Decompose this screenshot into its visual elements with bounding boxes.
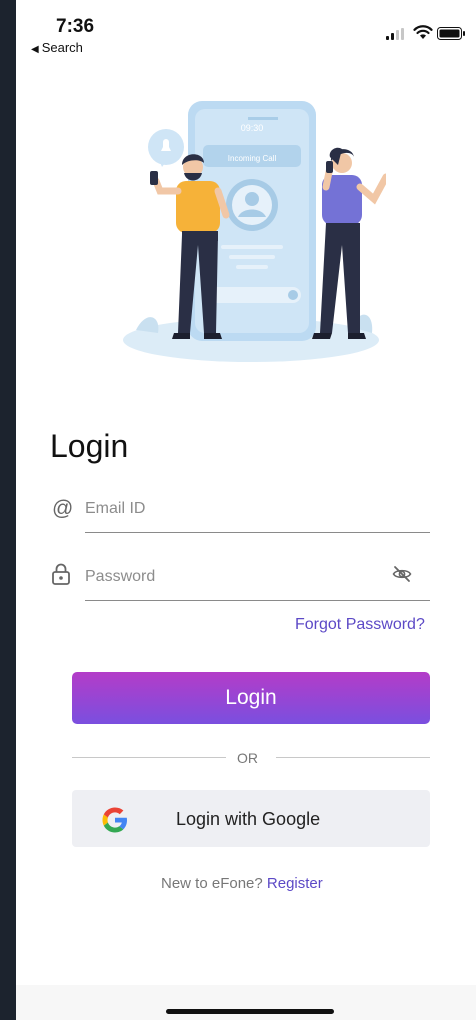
or-divider-label: OR: [237, 750, 258, 766]
email-underline: [85, 532, 430, 533]
back-to-search-link[interactable]: ◀ Search: [31, 40, 83, 55]
page-title: Login: [50, 428, 129, 464]
signal-icon: [386, 28, 404, 40]
register-link[interactable]: Register: [267, 875, 323, 892]
status-bar: 7:36 ◀ Search: [16, 0, 476, 60]
email-field[interactable]: [85, 493, 429, 525]
battery-icon: [437, 27, 465, 40]
google-icon: [102, 807, 127, 833]
forgot-password-link[interactable]: Forgot Password?: [295, 616, 425, 634]
back-arrow-icon: ◀: [31, 44, 39, 55]
illustration-phone-time: 09:30: [241, 123, 264, 133]
incoming-call-illustration: 09:30 Incoming Call: [123, 101, 386, 362]
register-prompt-text: New to eFone?: [161, 875, 263, 892]
home-indicator[interactable]: [166, 1009, 334, 1014]
status-time: 7:36: [56, 16, 95, 37]
login-with-google-label: Login with Google: [176, 809, 321, 829]
login-button[interactable]: Login: [72, 672, 430, 724]
password-underline: [85, 600, 430, 601]
illustration-phone-caption: Incoming Call: [228, 154, 277, 163]
or-divider-right: [276, 757, 430, 758]
register-prompt: New to eFone? Register: [161, 875, 323, 892]
bottom-bar: [16, 985, 476, 1020]
back-search-label: Search: [41, 40, 83, 55]
wifi-icon: [413, 25, 433, 39]
phone-screen: 7:36 ◀ Search 09:30 Incoming Call Login …: [16, 0, 476, 1020]
lock-icon: [52, 563, 70, 585]
eye-off-icon[interactable]: [392, 565, 412, 583]
or-divider-left: [72, 757, 226, 758]
password-field[interactable]: [85, 561, 429, 593]
at-icon: @: [52, 497, 74, 520]
